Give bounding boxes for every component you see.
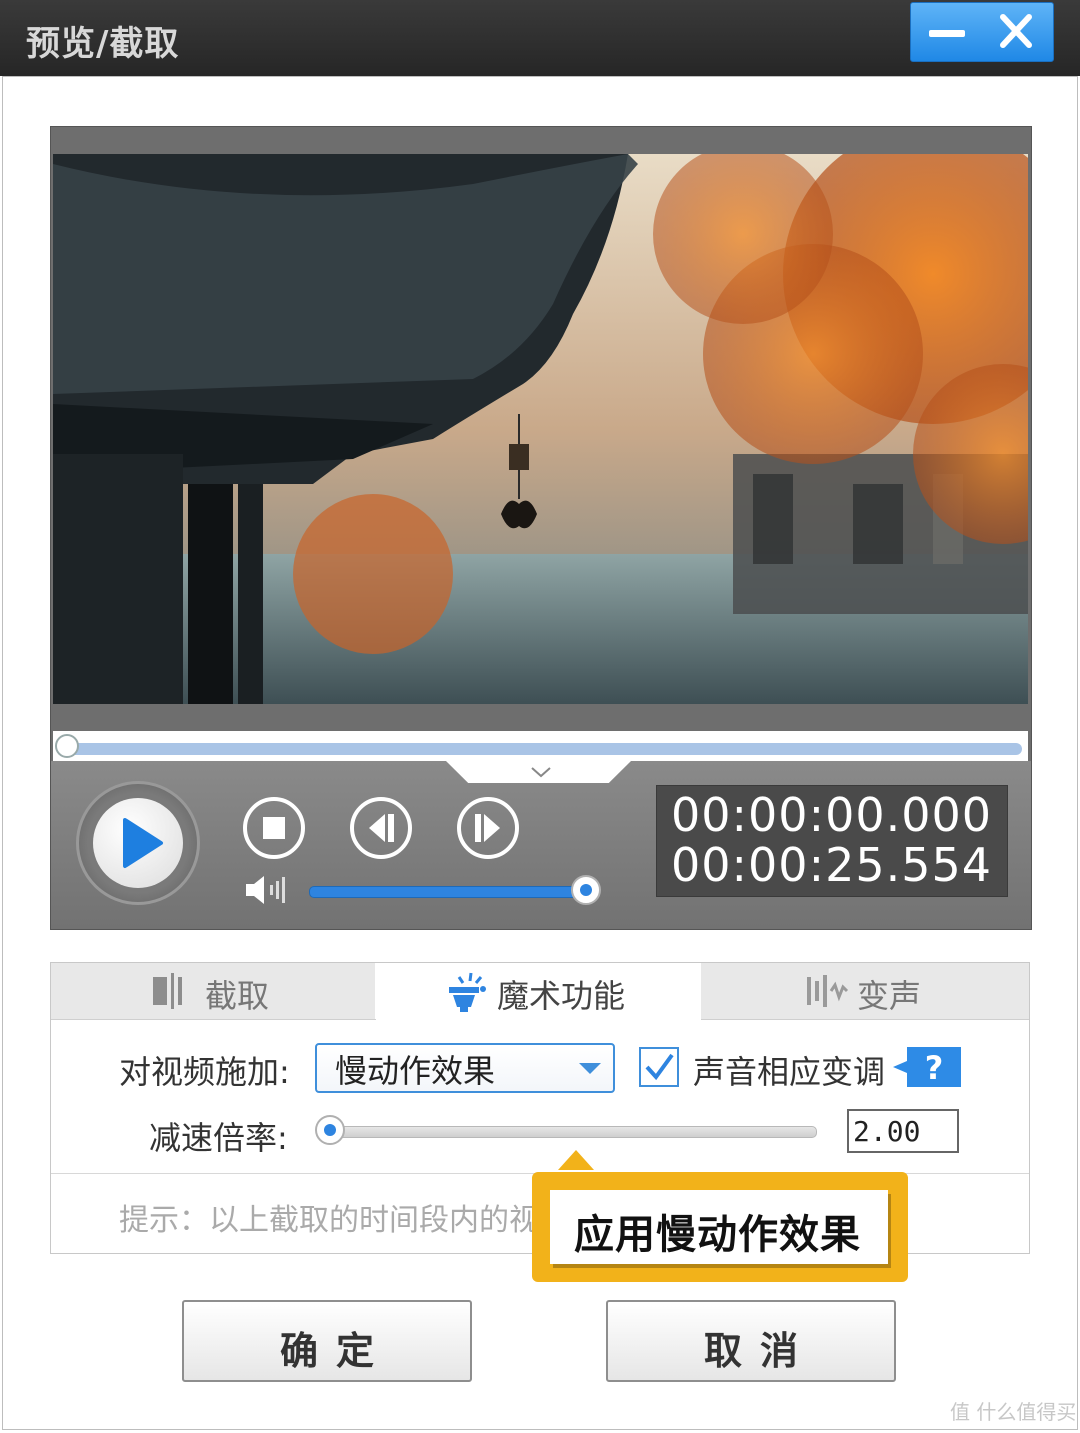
- help-button[interactable]: ?: [893, 1047, 961, 1087]
- callout: 应用慢动作效果: [532, 1172, 908, 1282]
- current-time: 00:00:00.000: [671, 788, 993, 842]
- tab-magic[interactable]: 魔术功能: [375, 963, 702, 1019]
- minimize-icon: [929, 30, 965, 37]
- watermark: 值 什么值得买: [950, 1400, 1077, 1424]
- title-bar: 预览/截取: [0, 0, 1080, 76]
- window-title: 预览/截取: [26, 24, 180, 64]
- help-icon: ?: [893, 1047, 961, 1087]
- effect-select[interactable]: 慢动作效果: [315, 1043, 615, 1093]
- effect-select-value: 慢动作效果: [335, 1052, 496, 1090]
- rate-input[interactable]: 2.00: [847, 1109, 959, 1153]
- previous-frame-button[interactable]: [349, 796, 413, 860]
- cancel-button-label: 取消: [703, 1329, 816, 1373]
- window-controls: [910, 2, 1054, 62]
- close-icon: [1000, 14, 1032, 48]
- apply-effect-label: 对视频施加:: [119, 1053, 290, 1091]
- stop-button[interactable]: [242, 796, 306, 860]
- seek-track[interactable]: [67, 743, 1022, 755]
- pitch-change-checkbox[interactable]: [639, 1047, 679, 1087]
- tab-voice-change[interactable]: 变声: [701, 963, 1029, 1020]
- ok-button-label: 确定: [279, 1329, 392, 1373]
- video-frame[interactable]: [53, 154, 1028, 704]
- play-button[interactable]: [76, 781, 200, 905]
- total-time: 00:00:25.554: [671, 838, 993, 892]
- checkmark-icon: [645, 1053, 674, 1081]
- dropdown-arrow-icon: [579, 1063, 601, 1074]
- play-icon: [123, 818, 163, 868]
- volume-slider-track[interactable]: [309, 886, 589, 898]
- seek-bar[interactable]: [53, 731, 1028, 761]
- close-button[interactable]: [981, 3, 1051, 61]
- callout-pointer: [558, 1150, 594, 1170]
- ok-button[interactable]: 确定: [182, 1300, 472, 1382]
- magic-icon: [449, 972, 486, 1012]
- hint-text: 提示：以上截取的时间段内的视: [119, 1203, 539, 1238]
- waveform-icon: [807, 975, 849, 1007]
- pitch-change-label[interactable]: 声音相应变调: [693, 1047, 885, 1093]
- tab-cut-label: 截取: [205, 977, 270, 1015]
- svg-text:?: ?: [925, 1049, 944, 1087]
- next-frame-button[interactable]: [456, 796, 520, 860]
- rate-slider-track[interactable]: [319, 1126, 817, 1138]
- cut-icon: [153, 973, 182, 1009]
- chevron-down-icon[interactable]: [529, 765, 553, 779]
- playback-controls: 00:00:00.000 00:00:25.554: [51, 761, 1031, 929]
- tab-magic-label: 魔术功能: [497, 977, 626, 1015]
- cancel-button[interactable]: 取消: [606, 1300, 896, 1382]
- rate-slider-knob[interactable]: [315, 1115, 345, 1145]
- stop-icon: [243, 797, 305, 859]
- rate-label: 减速倍率:: [149, 1119, 288, 1157]
- volume-slider-knob[interactable]: [571, 875, 601, 905]
- tab-voice-change-label: 变声: [857, 977, 922, 1015]
- callout-text: 应用慢动作效果: [574, 1212, 861, 1258]
- volume-icon[interactable]: [244, 873, 290, 907]
- time-display: 00:00:00.000 00:00:25.554: [656, 785, 1008, 897]
- minimize-button[interactable]: [911, 3, 981, 61]
- next-frame-icon: [457, 797, 519, 859]
- tab-cut[interactable]: 截取: [51, 963, 376, 1020]
- previous-frame-icon: [350, 797, 412, 859]
- seek-knob[interactable]: [55, 734, 79, 758]
- video-player: 00:00:00.000 00:00:25.554: [50, 126, 1032, 930]
